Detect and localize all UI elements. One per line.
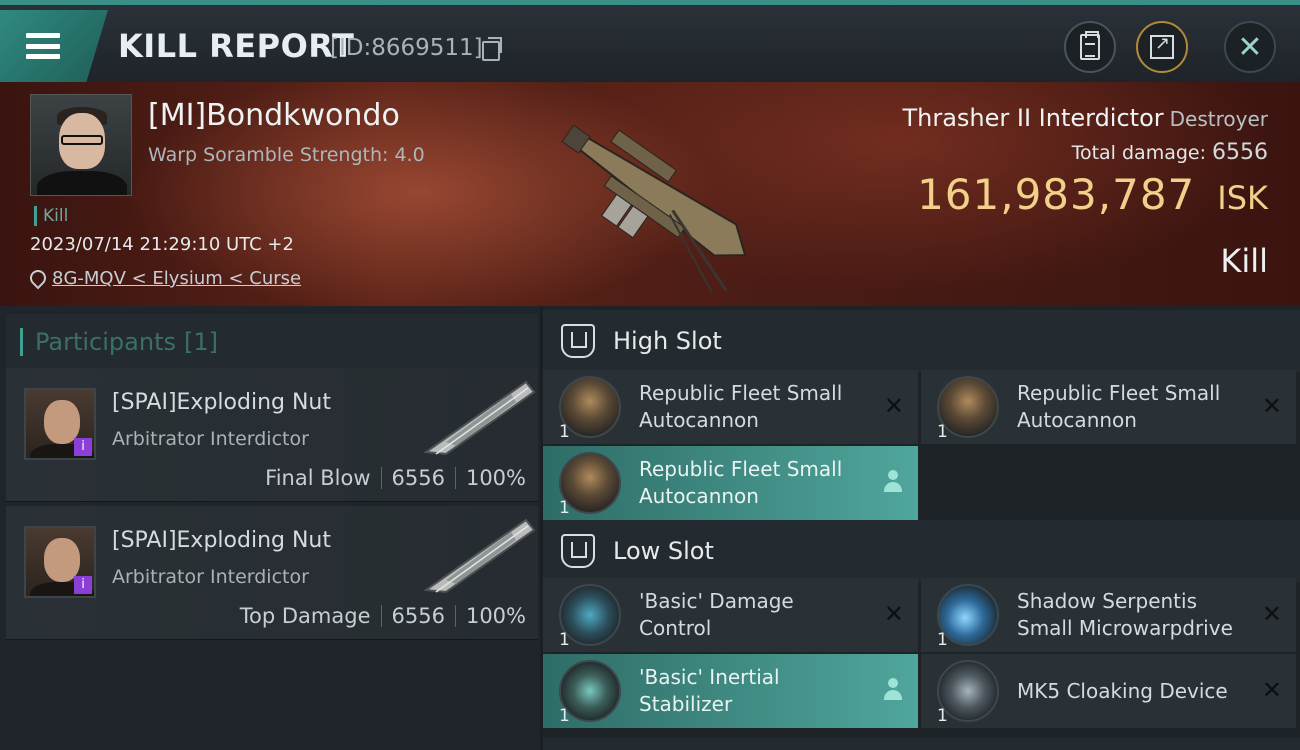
participant-percent: 100% — [465, 466, 526, 490]
clipboard-icon — [1080, 31, 1100, 60]
faction-badge-icon: i — [74, 438, 92, 456]
isk-value-line: 161,983,787 ISK — [917, 170, 1268, 219]
faction-badge-icon: i — [74, 576, 92, 594]
total-damage: Total damage: 6556 — [1072, 140, 1268, 165]
close-icon: ✕ — [1237, 29, 1263, 65]
copy-icon[interactable] — [482, 37, 502, 61]
destroyed-x-icon: ✕ — [883, 600, 904, 628]
participants-panel: Participants [1] i [SPAI]Exploding Nut A… — [0, 306, 540, 750]
result-label: Kill — [1220, 242, 1268, 280]
page-title: KILL REPORT — [118, 27, 355, 65]
module-quantity: 1 — [937, 706, 948, 726]
total-damage-label: Total damage: — [1071, 142, 1206, 164]
module-quantity: 1 — [937, 422, 948, 442]
share-icon — [1150, 33, 1174, 59]
mid-slot-header — [543, 738, 1300, 750]
cloaking-device-icon: 1 — [937, 660, 999, 726]
module-quantity: 1 — [559, 422, 570, 442]
module-slot[interactable]: 1 Republic Fleet Small Autocannon ✕ — [921, 370, 1296, 444]
participant-row[interactable]: i [SPAI]Exploding Nut Arbitrator Interdi… — [6, 506, 538, 640]
close-button[interactable]: ✕ — [1224, 21, 1276, 73]
participant-ship-image — [423, 518, 536, 594]
participant-row[interactable]: i [SPAI]Exploding Nut Arbitrator Interdi… — [6, 368, 538, 502]
destroyed-x-icon: ✕ — [883, 392, 904, 420]
module-quantity: 1 — [937, 630, 948, 650]
participant-avatar[interactable]: i — [24, 526, 96, 598]
autocannon-icon: 1 — [559, 376, 621, 442]
warp-scramble-strength: Warp Soramble Strength: 4.0 — [148, 144, 425, 166]
participant-name: [SPAI]Exploding Nut — [112, 528, 331, 553]
module-slot[interactable]: 1 Shadow Serpentis Small Microwarpdrive ✕ — [921, 578, 1296, 652]
low-slot-header: Low Slot — [543, 520, 1300, 582]
module-name: Republic Fleet Small Autocannon — [639, 381, 843, 432]
high-slot-title: High Slot — [613, 327, 722, 355]
participant-role: Final Blow — [265, 466, 371, 490]
victim-ship[interactable]: Thrasher II Interdictor Destroyer — [902, 104, 1268, 132]
autocannon-icon: 1 — [559, 452, 621, 518]
location-pin-icon — [30, 270, 44, 288]
participants-count: [1] — [183, 328, 218, 356]
destroyed-x-icon: ✕ — [1261, 600, 1282, 628]
module-name: MK5 Cloaking Device — [1017, 678, 1228, 703]
share-button[interactable] — [1136, 21, 1188, 73]
victim-avatar[interactable] — [30, 94, 132, 196]
microwarpdrive-icon: 1 — [937, 584, 999, 650]
high-slot-header: High Slot — [543, 310, 1300, 372]
location-link[interactable]: 8G-MQV < Elysium < Curse — [52, 268, 301, 289]
ship-class: Destroyer — [1169, 107, 1268, 131]
damage-control-icon: 1 — [559, 584, 621, 650]
low-slot-title: Low Slot — [613, 537, 714, 565]
victim-ship-image — [561, 124, 747, 292]
dropped-person-icon — [884, 470, 902, 492]
module-slot[interactable]: 1 'Basic' Inertial Stabilizer — [543, 654, 918, 728]
destroyed-x-icon: ✕ — [1261, 676, 1282, 704]
kill-tag: Kill — [34, 206, 68, 226]
module-quantity: 1 — [559, 706, 570, 726]
menu-button[interactable] — [0, 10, 108, 82]
module-quantity: 1 — [559, 498, 570, 518]
autocannon-icon: 1 — [937, 376, 999, 442]
total-damage-value: 6556 — [1212, 140, 1268, 165]
module-name: Republic Fleet Small Autocannon — [1017, 381, 1221, 432]
high-slot-icon — [561, 324, 595, 358]
participant-ship: Arbitrator Interdictor — [112, 428, 309, 450]
module-name: Republic Fleet Small Autocannon — [639, 457, 843, 508]
participants-title: Participants — [35, 328, 176, 356]
dropped-person-icon — [884, 678, 902, 700]
participant-percent: 100% — [465, 604, 526, 628]
fitting-panel: High Slot 1 Republic Fleet Small Autocann… — [543, 306, 1300, 750]
ship-name: Thrasher II Interdictor — [902, 104, 1164, 132]
participant-ship: Arbitrator Interdictor — [112, 566, 309, 588]
clipboard-button[interactable] — [1064, 21, 1116, 73]
victim-summary: [MI]Bondkwondo Warp Soramble Strength: 4… — [0, 82, 1300, 306]
module-slot[interactable]: 1 MK5 Cloaking Device ✕ — [921, 654, 1296, 728]
participant-role: Top Damage — [239, 604, 371, 628]
module-slot[interactable]: 1 Republic Fleet Small Autocannon ✕ — [543, 370, 918, 444]
report-id: [ID:8669511] — [330, 35, 483, 61]
destroyed-x-icon: ✕ — [1261, 392, 1282, 420]
module-quantity: 1 — [559, 630, 570, 650]
kill-datetime: 2023/07/14 21:29:10 UTC +2 — [30, 234, 294, 255]
module-slot[interactable]: 1 'Basic' Damage Control ✕ — [543, 578, 918, 652]
participant-damage: 6556 — [391, 604, 445, 628]
participant-stats: Top Damage 6556 100% — [240, 604, 526, 628]
hamburger-icon — [26, 33, 60, 59]
module-name: 'Basic' Inertial Stabilizer — [639, 665, 780, 716]
low-slot-icon — [561, 534, 595, 568]
inertial-stabilizer-icon: 1 — [559, 660, 621, 726]
participants-header: Participants [1] — [6, 314, 538, 370]
participant-stats: Final Blow 6556 100% — [265, 466, 526, 490]
top-bar: KILL REPORT [ID:8669511] ✕ — [0, 0, 1300, 82]
isk-unit: ISK — [1217, 179, 1268, 217]
participant-damage: 6556 — [391, 466, 445, 490]
kill-location[interactable]: 8G-MQV < Elysium < Curse — [30, 268, 301, 289]
participant-avatar[interactable]: i — [24, 388, 96, 460]
participant-name: [SPAI]Exploding Nut — [112, 390, 331, 415]
module-name: 'Basic' Damage Control — [639, 589, 794, 640]
victim-name[interactable]: [MI]Bondkwondo — [148, 98, 400, 133]
module-name: Shadow Serpentis Small Microwarpdrive — [1017, 589, 1233, 640]
isk-value: 161,983,787 — [917, 170, 1196, 219]
module-slot[interactable]: 1 Republic Fleet Small Autocannon — [543, 446, 918, 520]
participant-ship-image — [423, 380, 536, 456]
